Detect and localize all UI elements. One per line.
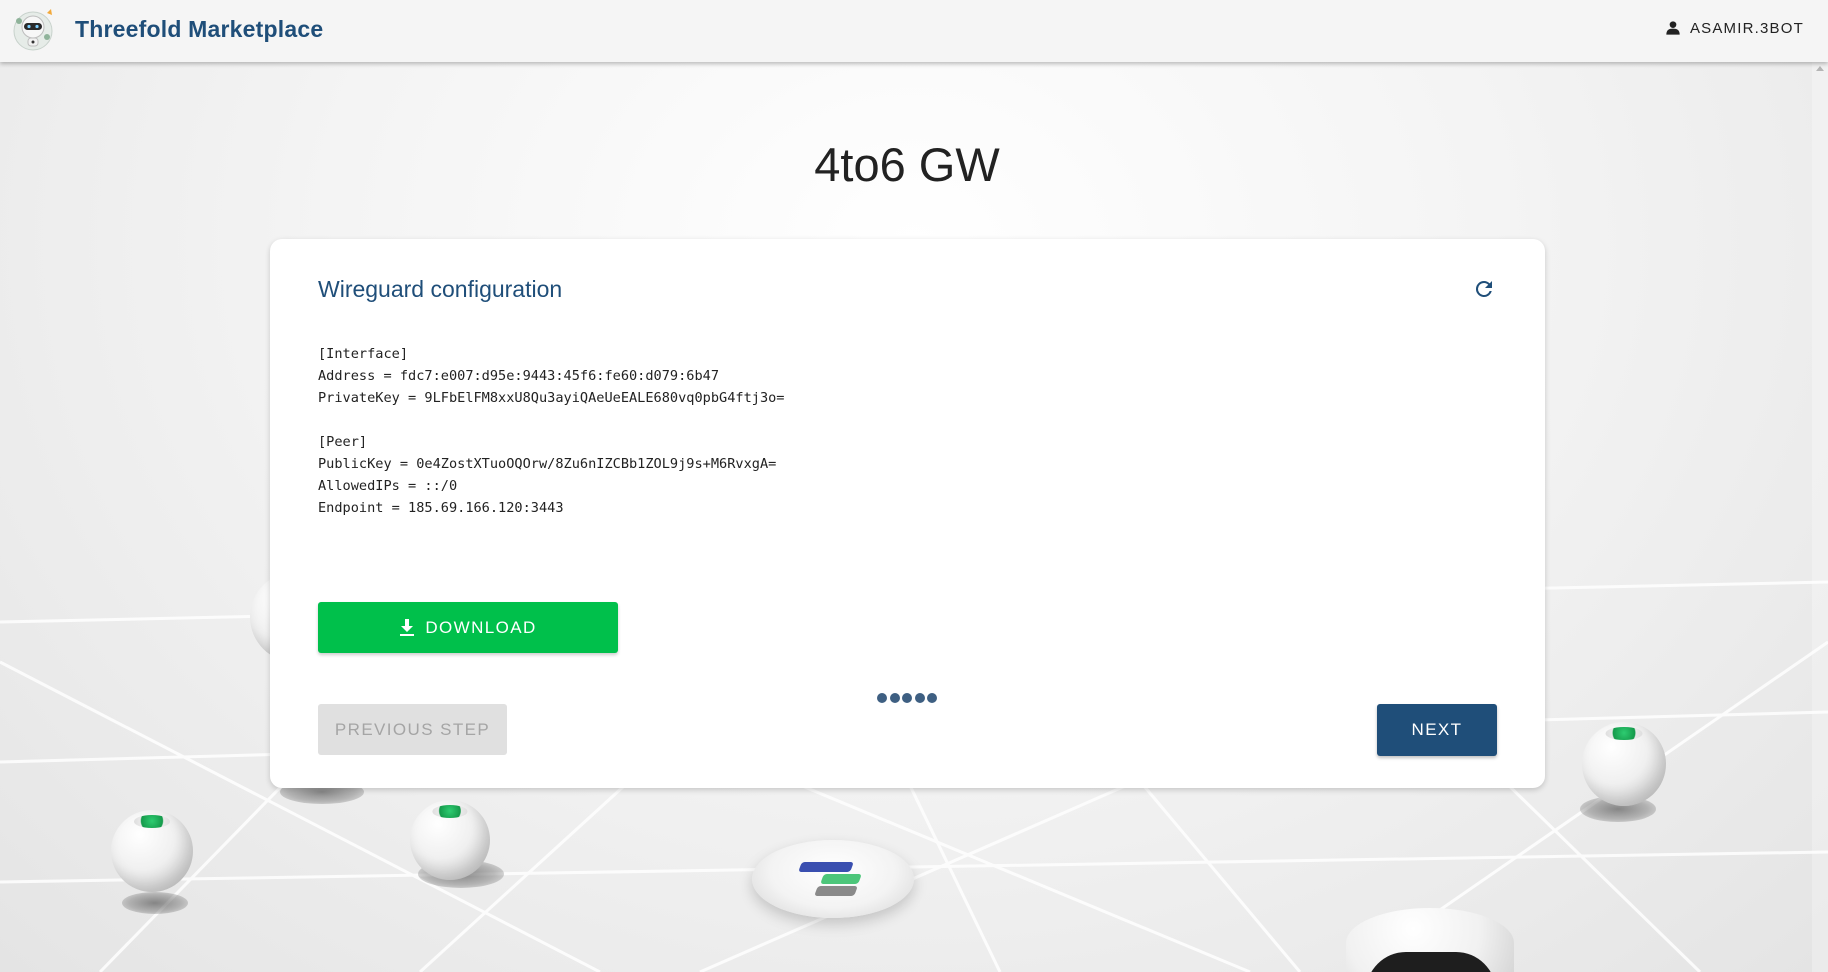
wireguard-config-card: Wireguard configuration [Interface] Addr… xyxy=(270,239,1545,788)
orb-shadow xyxy=(122,892,188,914)
step-dot-4[interactable] xyxy=(914,693,925,703)
orb-decoration xyxy=(410,800,490,880)
user-menu[interactable]: ASAMIR.3BOT xyxy=(1665,19,1804,37)
scroll-up-arrow-icon[interactable] xyxy=(1816,66,1824,71)
step-dot-1[interactable] xyxy=(877,693,887,703)
step-indicator xyxy=(877,693,937,703)
person-icon xyxy=(1666,21,1680,35)
download-button[interactable]: DOWNLOAD xyxy=(318,602,618,653)
config-line: PublicKey = 0e4ZostXTuoOQOrw/8Zu6nIZCBb1… xyxy=(318,456,777,472)
page-scrollbar[interactable] xyxy=(1812,62,1828,972)
config-line: Endpoint = 185.69.166.120:3443 xyxy=(318,500,564,516)
orb-decoration xyxy=(111,810,193,892)
robot-head-decoration xyxy=(1346,908,1514,972)
wireguard-config-text: [Interface] Address = fdc7:e007:d95e:944… xyxy=(318,343,785,519)
step-dot-5[interactable] xyxy=(927,693,937,703)
download-icon xyxy=(400,618,415,636)
download-label: DOWNLOAD xyxy=(425,617,537,637)
orb-decoration xyxy=(1582,722,1666,806)
user-name: ASAMIR.3BOT xyxy=(1689,19,1804,37)
card-title: Wireguard configuration xyxy=(318,276,563,302)
threefold-plate-logo xyxy=(752,840,914,918)
config-line: [Interface] xyxy=(318,346,409,362)
refresh-icon xyxy=(1475,280,1492,297)
page-title: 4to6 GW xyxy=(814,138,1000,191)
step-dot-3[interactable] xyxy=(902,693,912,703)
app-header: Threefold Marketplace ASAMIR.3BOT xyxy=(0,0,1828,62)
refresh-button[interactable] xyxy=(1470,275,1498,303)
step-dot-2[interactable] xyxy=(889,693,900,703)
threefold-logo-icon[interactable] xyxy=(11,7,57,53)
config-line: [Peer] xyxy=(318,434,368,450)
app-title[interactable]: Threefold Marketplace xyxy=(75,16,323,43)
previous-step-button[interactable]: PREVIOUS STEP xyxy=(318,704,507,755)
next-button[interactable]: NEXT xyxy=(1377,704,1497,756)
config-line: AllowedIPs = ::/0 xyxy=(318,478,458,494)
config-line: Address = fdc7:e007:d95e:9443:45f6:fe60:… xyxy=(318,368,720,384)
config-line: PrivateKey = 9LFbElFM8xxU8Qu3ayiQAeUeEAL… xyxy=(318,390,785,406)
